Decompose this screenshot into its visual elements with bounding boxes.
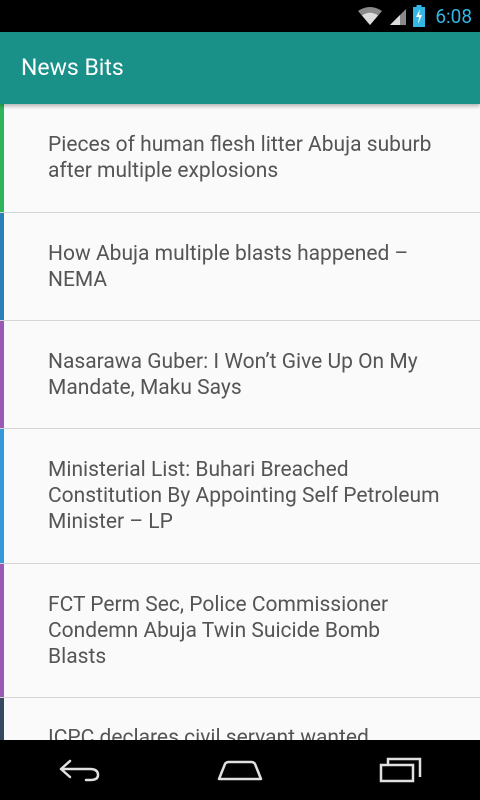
item-accent-bar	[0, 698, 4, 740]
app-title: News Bits	[21, 54, 124, 81]
status-icons: 6:08	[357, 0, 472, 32]
recents-button[interactable]	[360, 740, 440, 800]
news-item-title: Ministerial List: Buhari Breached Consti…	[48, 458, 440, 534]
app-bar: News Bits	[0, 32, 480, 104]
navigation-bar	[0, 740, 480, 800]
news-list[interactable]: Pieces of human flesh litter Abuja subur…	[0, 104, 480, 740]
status-bar: 6:08	[0, 0, 480, 32]
back-icon	[59, 759, 100, 782]
news-item[interactable]: FCT Perm Sec, Police Commissioner Condem…	[0, 564, 480, 698]
item-accent-bar	[0, 213, 4, 320]
cell-signal-icon	[390, 9, 407, 25]
wifi-icon	[358, 7, 383, 25]
item-accent-bar	[0, 321, 4, 428]
news-item-title: ICPC declares civil servant wanted	[48, 726, 369, 740]
home-icon	[217, 760, 263, 781]
news-item[interactable]: ICPC declares civil servant wanted	[0, 698, 480, 740]
back-button[interactable]	[40, 740, 120, 800]
item-accent-bar	[0, 104, 4, 212]
item-accent-bar	[0, 564, 4, 697]
news-item-title: FCT Perm Sec, Police Commissioner Condem…	[48, 592, 389, 669]
news-item-title: Pieces of human flesh litter Abuja subur…	[48, 133, 432, 183]
item-accent-bar	[0, 429, 4, 563]
news-item-title: Nasarawa Guber: I Won’t Give Up On My Ma…	[48, 349, 418, 400]
news-item[interactable]: Nasarawa Guber: I Won’t Give Up On My Ma…	[0, 321, 480, 429]
news-item[interactable]: Ministerial List: Buhari Breached Consti…	[0, 429, 480, 564]
status-time: 6:08	[435, 4, 472, 28]
recents-icon	[379, 757, 422, 783]
news-item-title: How Abuja multiple blasts happened – NEM…	[48, 241, 409, 292]
news-item[interactable]: How Abuja multiple blasts happened – NEM…	[0, 213, 480, 321]
home-button[interactable]	[200, 740, 280, 800]
battery-icon	[413, 5, 426, 27]
news-item[interactable]: Pieces of human flesh litter Abuja subur…	[0, 104, 480, 213]
